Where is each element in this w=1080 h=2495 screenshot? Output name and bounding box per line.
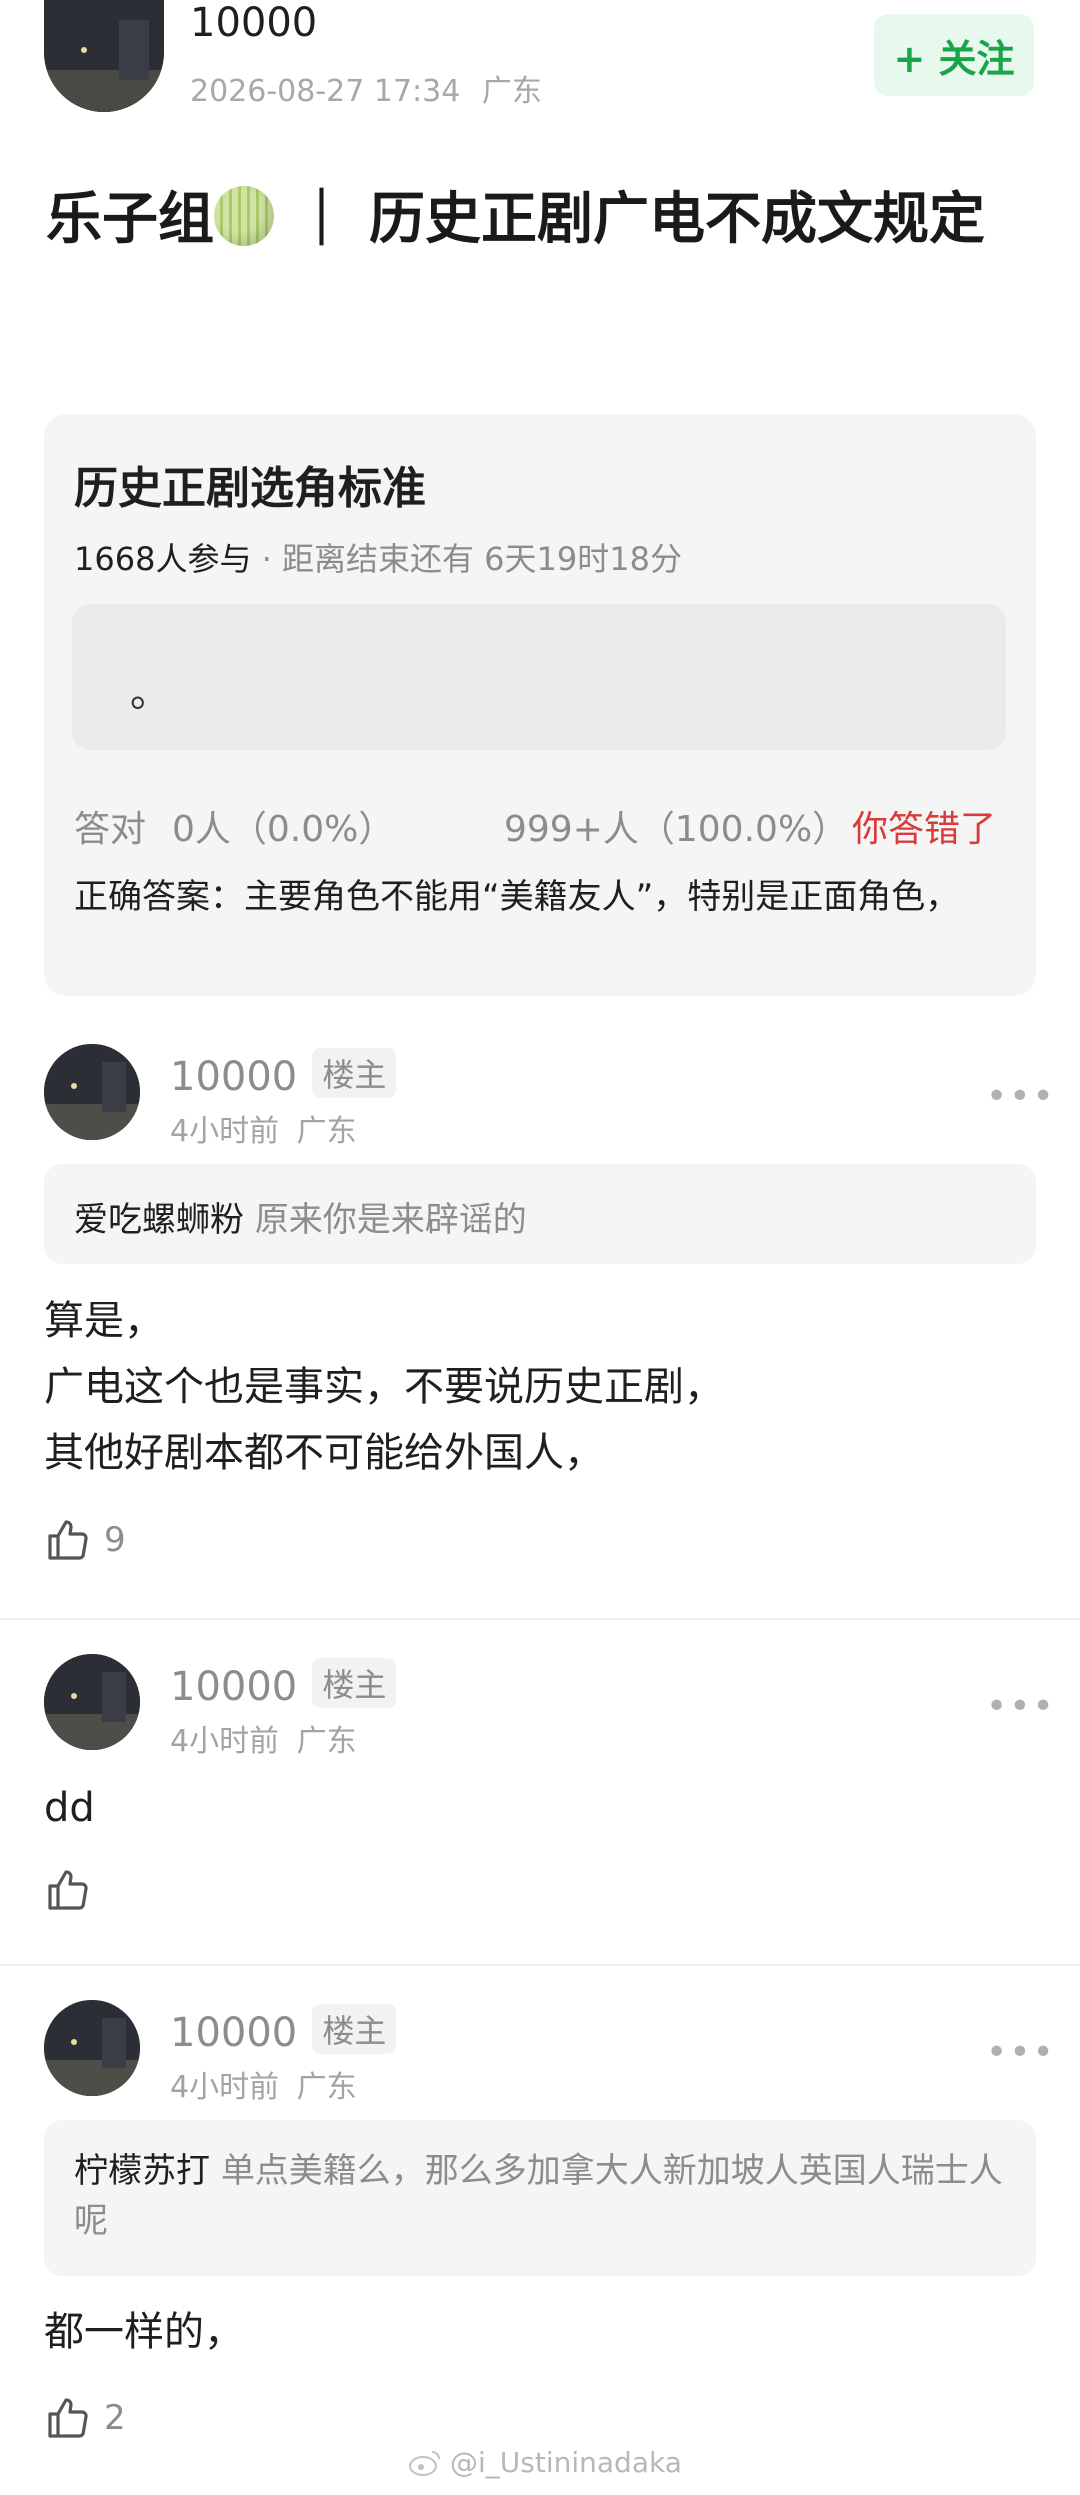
comment-author-row: 10000 楼主 (170, 1048, 397, 1100)
comment-author[interactable]: 10000 (170, 1054, 297, 1100)
comment-meta: 4小时前 广东 (170, 2062, 357, 2106)
author-name[interactable]: 10000 (190, 0, 317, 46)
comment-time: 4小时前 (170, 1114, 280, 1149)
quoted-text: 单点美籍么，那么多加拿大人新加坡人英国人瑞士人呢 (74, 2151, 1003, 2241)
quiz-stats: 1668人参与 · 距离结束还有 6天19时18分 (74, 534, 682, 580)
like-button[interactable]: 9 (44, 1516, 126, 1564)
more-options-icon[interactable]: ••• (986, 2032, 1056, 2073)
comment-location: 广东 (296, 1724, 357, 1759)
quoted-user[interactable]: 爱吃螺蛳粉 (74, 1200, 244, 1240)
quoted-reply-text: 爱吃螺蛳粉 原来你是来辟谣的 (74, 1192, 527, 1241)
quiz-title: 历史正剧选角标准 (74, 463, 426, 514)
correct-label: 答对 (74, 809, 147, 850)
quiz-participants: 1668人参与 (74, 540, 252, 578)
like-count: 9 (104, 1520, 126, 1560)
comment-divider (0, 1618, 1080, 1620)
more-options-icon[interactable]: ••• (986, 1686, 1056, 1727)
more-options-icon[interactable]: ••• (986, 1076, 1056, 1117)
quiz-option[interactable] (72, 604, 1006, 750)
post-time: 2026-08-27 17:34 (190, 74, 461, 109)
comment-meta: 4小时前 广东 (170, 1716, 357, 1760)
author-avatar[interactable] (44, 0, 164, 112)
quiz-answer: 正确答案：主要角色不能用“美籍友人”，特别是正面角色， (74, 877, 960, 917)
wrong-stat: 999+人（100.0%） (504, 809, 849, 850)
quoted-reply-text: 柠檬苏打 单点美籍么，那么多加拿大人新加坡人英国人瑞士人呢 (74, 2146, 1004, 2246)
op-badge: 楼主 (312, 1048, 397, 1098)
follow-button[interactable]: + 关注 (874, 14, 1034, 96)
like-count: 2 (104, 2398, 126, 2438)
like-button[interactable] (44, 1866, 104, 1914)
comment-location: 广东 (296, 1114, 357, 1149)
melon-icon (214, 186, 274, 246)
like-button[interactable]: 2 (44, 2394, 126, 2442)
op-badge: 楼主 (312, 2004, 397, 2054)
comment-avatar[interactable] (44, 1044, 140, 1140)
quiz-countdown: · 距离结束还有 6天19时18分 (261, 540, 682, 578)
comment-time: 4小时前 (170, 1724, 280, 1759)
quoted-user[interactable]: 柠檬苏打 (74, 2151, 210, 2191)
post-location: 广东 (481, 74, 542, 109)
thumbs-up-icon (48, 2398, 88, 2438)
comment-divider (0, 1964, 1080, 1966)
op-badge: 楼主 (312, 1658, 397, 1708)
comment-time: 4小时前 (170, 2070, 280, 2105)
weibo-icon (409, 2450, 440, 2476)
post-meta: 2026-08-27 17:34 广东 (190, 66, 542, 110)
watermark-text: @i_Ustininadaka (450, 2446, 682, 2479)
comment-author-row: 10000 楼主 (170, 2004, 397, 2056)
comment-author[interactable]: 10000 (170, 2010, 297, 2056)
title-suffix: ｜ 历史正剧广电不成文规定 (274, 187, 985, 252)
comment-meta: 4小时前 广东 (170, 1106, 357, 1150)
comment-avatar[interactable] (44, 1654, 140, 1750)
post-title: 乐子组 ｜ 历史正剧广电不成文规定 (46, 176, 1046, 264)
comment-avatar[interactable] (44, 2000, 140, 2096)
comment-body: 都一样的， (44, 2309, 244, 2355)
comment-location: 广东 (296, 2070, 357, 2105)
quoted-text: 原来你是来辟谣的 (254, 1200, 527, 1240)
thumbs-up-icon (48, 1520, 88, 1560)
quiz-option-text: 。 (130, 670, 170, 716)
comment-author[interactable]: 10000 (170, 1664, 297, 1710)
comment-body: dd (44, 1785, 95, 1831)
comment-author-row: 10000 楼主 (170, 1658, 397, 1710)
wrong-verdict: 你答错了 (852, 809, 997, 850)
thumbs-up-icon (48, 1870, 88, 1910)
title-prefix: 乐子组 (46, 187, 214, 252)
correct-stat: 0人（0.0%） (172, 809, 395, 850)
watermark: @i_Ustininadaka (408, 2446, 682, 2479)
comment-body: 算是， 广电这个也是事实，不要说历史正剧， 其他好剧本都不可能给外国人， (44, 1298, 724, 1476)
